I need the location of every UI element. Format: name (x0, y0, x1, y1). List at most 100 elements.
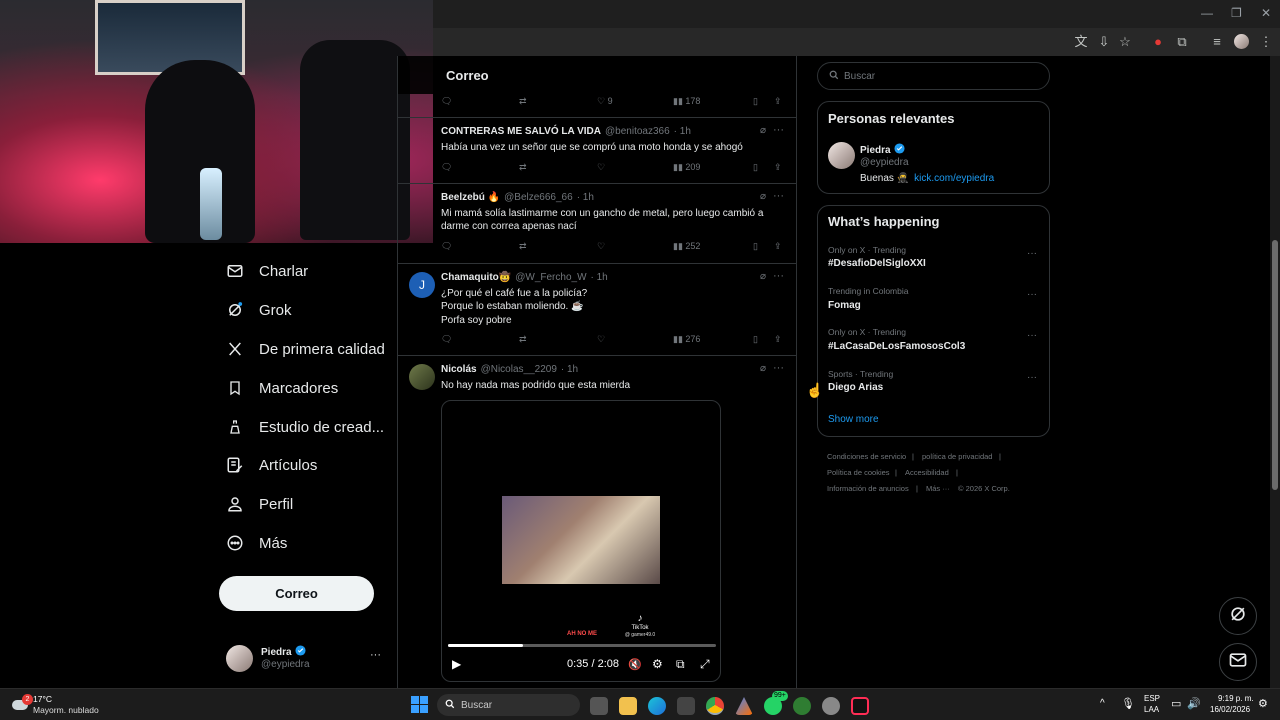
tweet[interactable]: Beelzebú 🔥 @Belze666_66 · 1h ⌀ ··· Mi ma… (398, 184, 796, 264)
nav-item-profile[interactable]: Perfil (225, 490, 293, 518)
avatar[interactable] (409, 364, 435, 390)
search-input[interactable]: Buscar (817, 62, 1050, 90)
footer-link[interactable]: Condiciones de servicio (827, 452, 906, 461)
video-player[interactable]: AH NO ME ♪ TikTok @ gamer49.0 ▶ 0:35 / 2… (441, 400, 721, 682)
store-icon[interactable] (677, 697, 695, 715)
show-more-link[interactable]: Show more (828, 414, 879, 425)
views-icon[interactable]: ▮▮ 178 (673, 96, 700, 107)
nav-item-premium[interactable]: De primera calidad (225, 335, 385, 363)
weather-temp[interactable]: 17°C (33, 694, 52, 704)
retweet-icon[interactable]: ⇄ (519, 96, 527, 107)
like-icon[interactable]: ♡ 9 (597, 96, 613, 107)
footer-link[interactable]: Accesibilidad (905, 468, 949, 477)
app-triangle-icon[interactable] (735, 697, 753, 715)
retweet-icon[interactable]: ⇄ (519, 334, 527, 345)
views-icon[interactable]: ▮▮ 252 (673, 241, 700, 252)
install-app-icon[interactable]: ⇩ (1096, 34, 1112, 50)
tweet[interactable]: CONTRERAS ME SALVÓ LA VIDA @benitoaz366 … (398, 118, 796, 184)
grok-icon[interactable]: ⌀ (760, 125, 766, 136)
upwork-icon[interactable] (793, 697, 811, 715)
edge-icon[interactable] (648, 697, 666, 715)
nav-item-bookmarks[interactable]: Marcadores (225, 374, 338, 402)
translate-icon[interactable]: 文 (1073, 34, 1089, 50)
grok-icon[interactable]: ⌀ (760, 363, 766, 374)
share-icon[interactable]: ⇪ (774, 334, 782, 345)
weather-icon[interactable]: 2 (10, 694, 33, 714)
account-switcher[interactable]: Piedra @eypiedra ··· (226, 643, 386, 675)
tiktok-icon[interactable] (851, 697, 869, 715)
more-icon[interactable]: ··· (1027, 372, 1037, 383)
volume-icon[interactable]: 🔊 (1187, 697, 1201, 710)
windows-start-icon[interactable] (411, 696, 428, 713)
tweet[interactable]: Nicolás @Nicolas__2209 · 1h ⌀ ··· No hay… (398, 356, 796, 688)
file-explorer-icon[interactable] (619, 697, 637, 715)
bookmark-icon[interactable]: ▯ (753, 162, 758, 173)
nav-item-charlar[interactable]: Charlar (225, 257, 308, 285)
play-icon[interactable]: ▶ (452, 657, 461, 671)
steam-icon[interactable] (822, 697, 840, 715)
nav-item-articles[interactable]: Artículos (225, 451, 317, 479)
avatar[interactable] (828, 142, 855, 169)
close-button[interactable]: ✕ (1261, 6, 1271, 20)
nav-item-creator-studio[interactable]: Estudio de cread... (225, 413, 384, 441)
more-icon[interactable]: ··· (1027, 330, 1037, 341)
more-icon[interactable]: ··· (773, 190, 784, 202)
chrome-icon[interactable] (706, 697, 724, 715)
like-icon[interactable]: ♡ (597, 334, 605, 345)
reply-icon[interactable]: 🗨 (441, 162, 452, 173)
footer-link[interactable]: Información de anuncios (827, 484, 909, 493)
clock-date[interactable]: 16/02/2026 (1210, 705, 1250, 714)
views-icon[interactable]: ▮▮ 209 (673, 162, 700, 173)
taskbar-search[interactable]: Buscar (437, 694, 580, 716)
share-icon[interactable]: ⇪ (774, 162, 782, 173)
tweet[interactable]: J Chamaquito🤠 @W_Fercho_W · 1h ⌀ ··· ¿Po… (398, 264, 796, 356)
reply-icon[interactable]: 🗨 (441, 241, 452, 252)
footer-link[interactable]: Política de cookies (827, 468, 890, 477)
tweet-author-handle[interactable]: @W_Fercho_W (515, 272, 586, 283)
settings-icon[interactable]: ⚙ (652, 657, 663, 671)
reply-icon[interactable]: 🗨 (441, 334, 452, 345)
share-icon[interactable]: ⇪ (774, 96, 782, 107)
notifications-icon[interactable]: ⚙ (1258, 697, 1268, 710)
avatar[interactable]: J (409, 272, 435, 298)
tweet-author-name[interactable]: Nicolás (441, 364, 477, 375)
share-icon[interactable]: ⇪ (774, 241, 782, 252)
tweet-author-handle[interactable]: @Belze666_66 (504, 192, 573, 203)
retweet-icon[interactable]: ⇄ (519, 162, 527, 173)
star-icon[interactable]: ☆ (1117, 34, 1133, 50)
bookmark-icon[interactable]: ▯ (753, 96, 758, 107)
microphone-icon[interactable]: 🎙 (1121, 697, 1135, 710)
grok-icon[interactable]: ⌀ (760, 271, 766, 282)
views-icon[interactable]: ▮▮ 276 (673, 334, 700, 345)
grok-icon[interactable]: ⌀ (760, 191, 766, 202)
person-handle[interactable]: @eypiedra (860, 157, 909, 168)
tweet-author-name[interactable]: Beelzebú 🔥 (441, 192, 500, 203)
more-icon[interactable]: ··· (773, 124, 784, 136)
language-top[interactable]: ESP (1144, 694, 1160, 703)
extension-red-icon[interactable]: ● (1150, 34, 1166, 50)
bookmark-icon[interactable]: ▯ (753, 241, 758, 252)
mute-icon[interactable]: 🔇 (628, 658, 642, 671)
language-bottom[interactable]: LAA (1144, 705, 1159, 714)
post-button[interactable]: Correo (219, 576, 374, 611)
menu-icon[interactable]: ⋮ (1258, 34, 1274, 50)
tweet-author-handle[interactable]: @Nicolas__2209 (481, 364, 557, 375)
weather-desc[interactable]: Mayorm. nublado (33, 705, 99, 715)
scrollbar-thumb[interactable] (1272, 240, 1278, 490)
reply-icon[interactable]: 🗨 (441, 96, 452, 107)
more-icon[interactable]: ··· (1027, 289, 1037, 300)
footer-link[interactable]: política de privacidad (922, 452, 992, 461)
more-icon[interactable]: ··· (773, 270, 784, 282)
account-more-icon[interactable]: ··· (370, 649, 381, 661)
messages-fab[interactable] (1219, 643, 1257, 681)
restore-button[interactable]: ❐ (1231, 6, 1242, 20)
minimize-button[interactable]: — (1201, 6, 1213, 20)
tweet-author-name[interactable]: CONTRERAS ME SALVÓ LA VIDA (441, 126, 601, 137)
grok-fab[interactable] (1219, 597, 1257, 635)
clock-time[interactable]: 9:19 p. m. (1218, 694, 1254, 703)
fullscreen-icon[interactable]: ⤢ (700, 657, 710, 672)
chevron-up-icon[interactable]: ^ (1100, 698, 1105, 709)
extensions-icon[interactable]: ⧉ (1174, 34, 1190, 50)
footer-link[interactable]: Más ··· (926, 484, 950, 493)
whatsapp-icon[interactable]: 99+ (764, 691, 788, 715)
